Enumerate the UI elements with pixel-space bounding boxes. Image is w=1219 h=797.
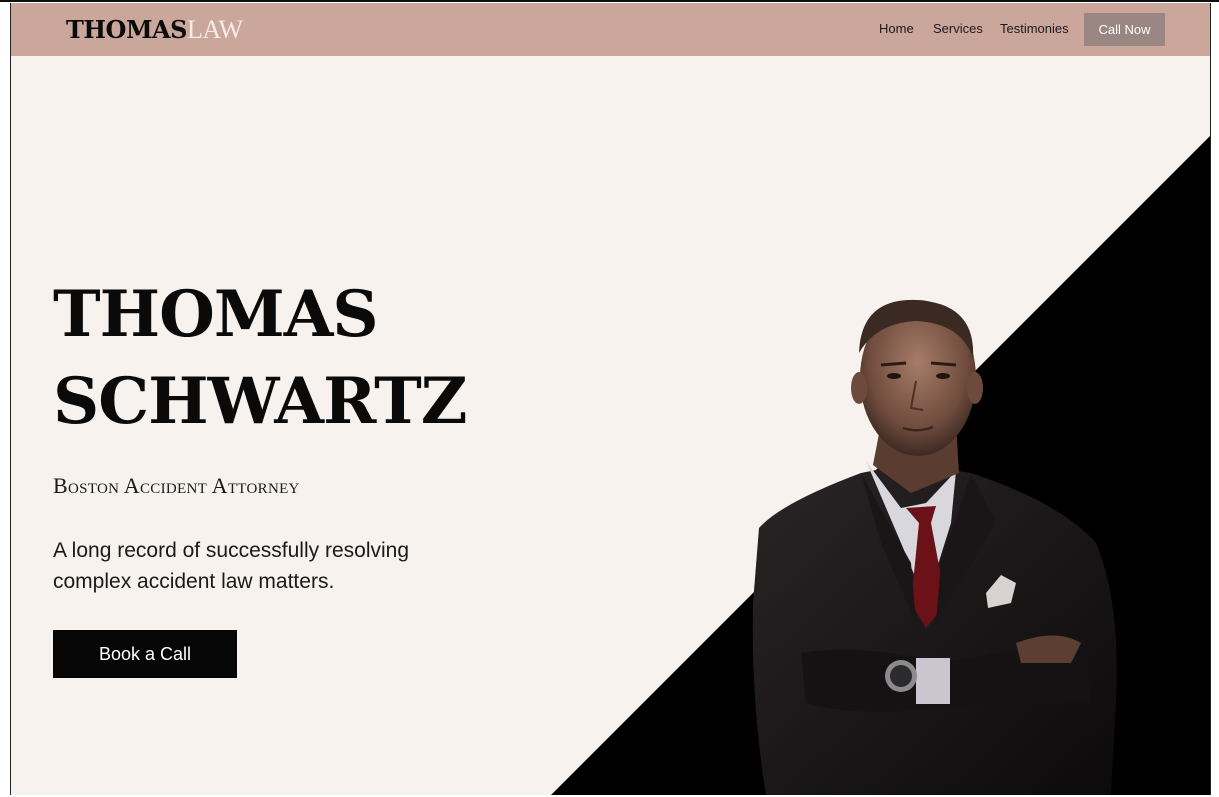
- hero-title: THOMAS SCHWARTZ: [53, 271, 467, 445]
- page-top-border: [0, 0, 1219, 2]
- nav-testimonies[interactable]: Testimonies: [1000, 21, 1069, 36]
- landing-page: THOMASLAW Home Services Testimonies Call…: [10, 3, 1211, 795]
- brand-logo[interactable]: THOMASLAW: [66, 16, 243, 44]
- hero-tagline: A long record of successfully resolving …: [53, 539, 410, 593]
- nav-home[interactable]: Home: [879, 21, 914, 36]
- call-now-button[interactable]: Call Now: [1084, 13, 1165, 46]
- navbar: THOMASLAW Home Services Testimonies Call…: [11, 3, 1210, 56]
- book-call-button[interactable]: Book a Call: [53, 630, 237, 678]
- nav-services[interactable]: Services: [933, 21, 983, 36]
- hero-subtitle: Boston Accident Attorney: [53, 473, 300, 498]
- brand-primary: THOMAS: [66, 15, 187, 44]
- brand-secondary: LAW: [186, 15, 243, 44]
- hero-title-line2: SCHWARTZ: [53, 364, 467, 439]
- hero-title-line1: THOMAS: [53, 277, 379, 352]
